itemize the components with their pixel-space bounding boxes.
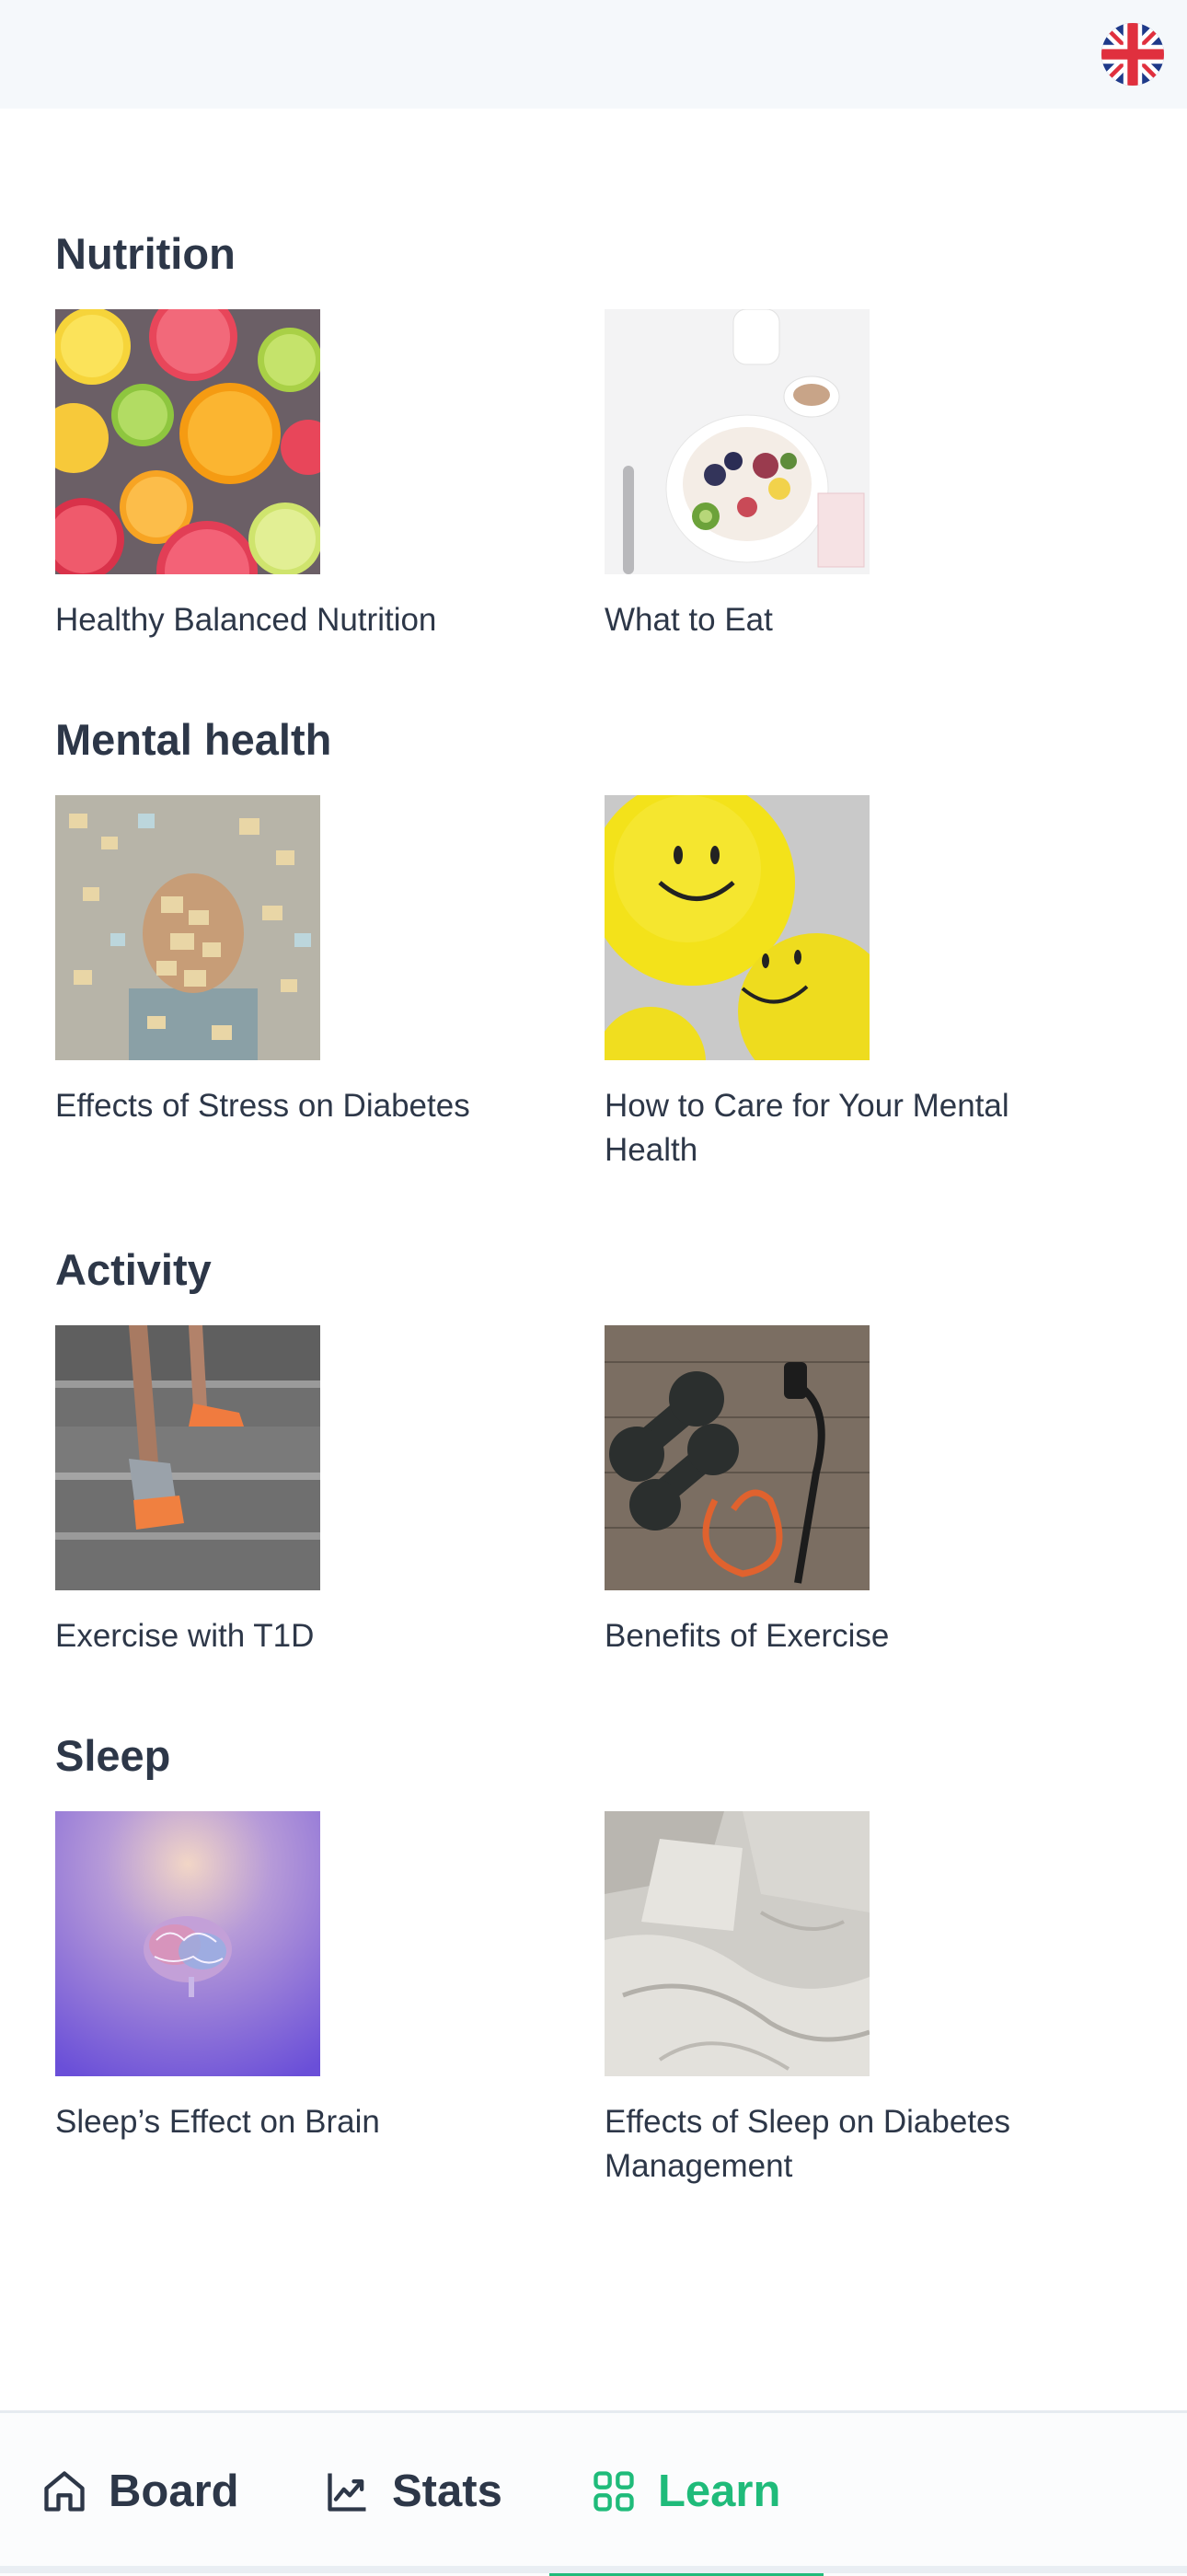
nav-label-learn: Learn <box>658 2466 781 2516</box>
article-title: Effects of Stress on Diabetes <box>55 1088 470 1124</box>
sticky-notes-person-image <box>55 795 320 1060</box>
article-title: Benefits of Exercise <box>605 1618 890 1654</box>
nav-tab-board[interactable]: Board <box>40 2413 239 2570</box>
article-title: Exercise with T1D <box>55 1618 315 1654</box>
dumbbells-image <box>605 1325 870 1590</box>
section-title-mental-health: Mental health <box>55 715 332 764</box>
section-title-nutrition: Nutrition <box>55 229 236 278</box>
article-card-healthy-nutrition[interactable]: Healthy Balanced Nutrition <box>55 309 552 642</box>
grid-icon <box>594 2471 634 2512</box>
article-card-mental-health-care[interactable]: How to Care for Your Mental Health <box>605 795 1101 1172</box>
nav-tab-learn[interactable]: Learn <box>590 2413 780 2570</box>
bottom-nav: Board Stats Learn <box>0 2410 1187 2576</box>
section-title-sleep: Sleep <box>55 1731 171 1780</box>
nav-label-stats: Stats <box>392 2466 502 2516</box>
article-card-stress[interactable]: Effects of Stress on Diabetes <box>55 795 552 1128</box>
section-title-activity: Activity <box>55 1245 212 1294</box>
trend-chart-icon <box>328 2473 366 2512</box>
article-title: Sleep’s Effect on Brain <box>55 2104 380 2140</box>
uk-flag-icon[interactable] <box>1101 23 1164 86</box>
article-card-sleep-diabetes[interactable]: Effects of Sleep on Diabetes Management <box>605 1811 1101 2189</box>
article-card-what-to-eat[interactable]: What to Eat <box>605 309 1101 642</box>
article-card-sleep-brain[interactable]: Sleep’s Effect on Brain <box>55 1811 552 2144</box>
nav-tab-stats[interactable]: Stats <box>324 2413 502 2570</box>
article-card-benefits-exercise[interactable]: Benefits of Exercise <box>605 1325 1101 1658</box>
home-icon <box>44 2471 85 2512</box>
home-indicator-strip <box>0 2566 1187 2573</box>
glowing-brain-image <box>55 1811 320 2076</box>
article-title: Healthy Balanced Nutrition <box>55 602 437 638</box>
citrus-slices-image <box>55 309 320 574</box>
running-stairs-image <box>55 1325 320 1590</box>
article-title: What to Eat <box>605 602 773 638</box>
breakfast-bowl-image <box>605 309 870 574</box>
article-title: Effects of Sleep on Diabetes Management <box>605 2104 1011 2184</box>
article-title: How to Care for Your Mental Health <box>605 1088 1009 1168</box>
top-bar <box>0 0 1187 109</box>
bed-sheets-image <box>605 1811 870 2076</box>
smiley-balloons-image <box>605 795 870 1060</box>
nav-label-board: Board <box>109 2466 239 2516</box>
article-card-exercise-t1d[interactable]: Exercise with T1D <box>55 1325 552 1658</box>
